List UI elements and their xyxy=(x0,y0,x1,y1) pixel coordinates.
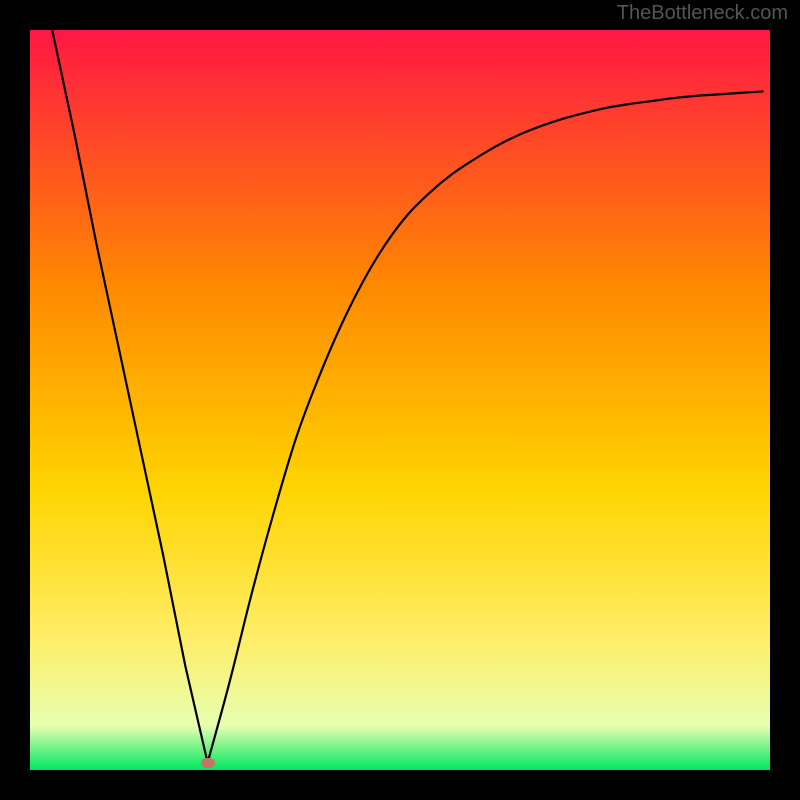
curve-layer xyxy=(30,30,770,770)
plot-area xyxy=(30,30,770,770)
min-marker xyxy=(201,758,215,768)
watermark-text: TheBottleneck.com xyxy=(617,2,788,25)
bottleneck-curve xyxy=(52,30,762,763)
chart-frame: TheBottleneck.com xyxy=(0,0,800,800)
